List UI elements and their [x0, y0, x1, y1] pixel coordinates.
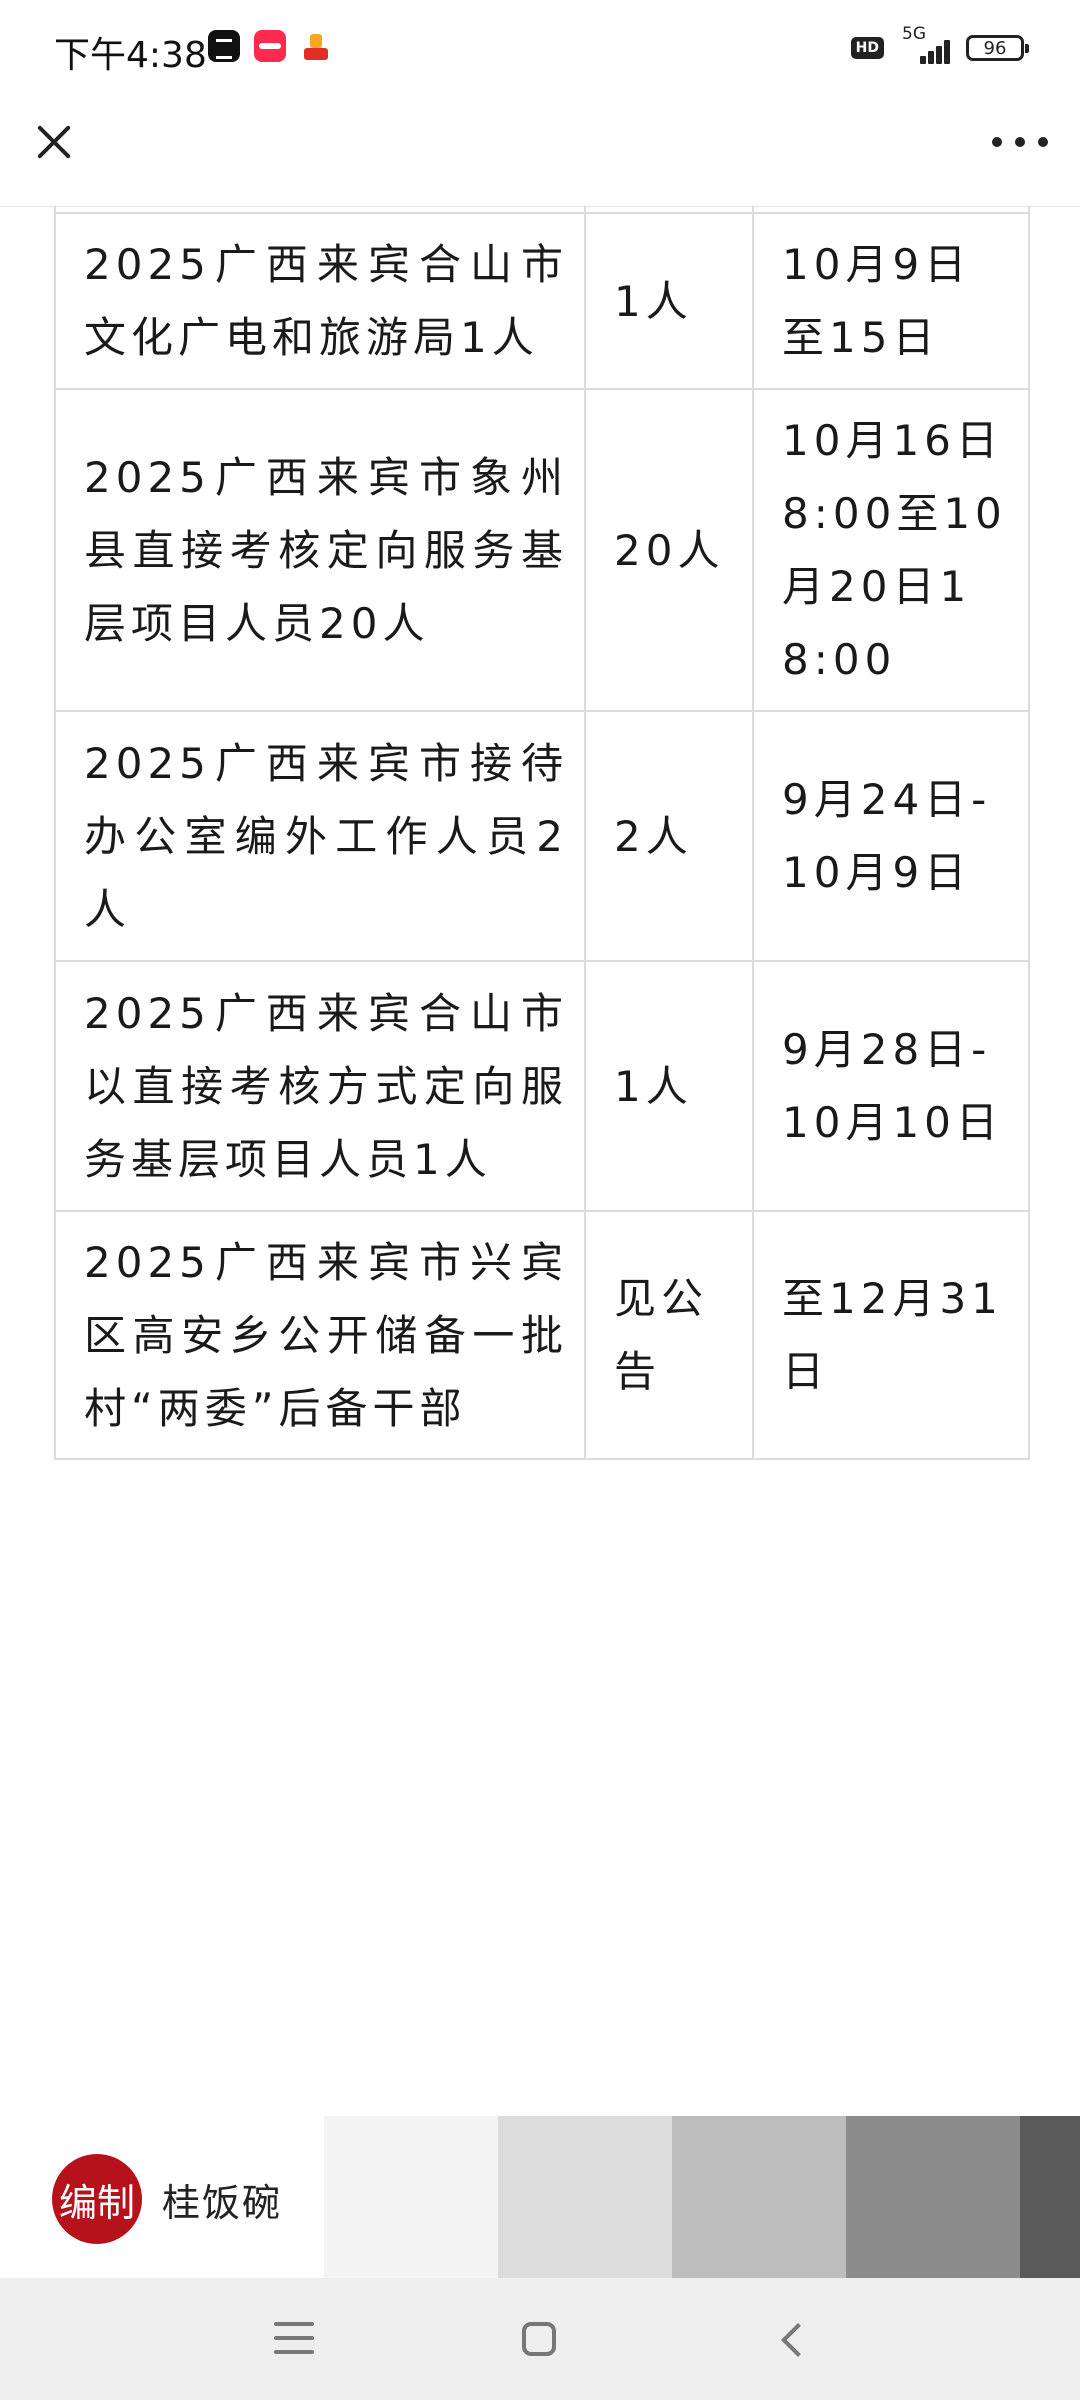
job-title-cell: 2025广西来宾合山市以直接考核方式定向服务基层项目人员1人 — [54, 960, 586, 1212]
color-swatch — [672, 2116, 846, 2278]
headcount-cell: 2人 — [584, 710, 754, 962]
color-swatch — [498, 2116, 672, 2278]
date-cell: 10月9日至15日 — [752, 212, 1030, 390]
headcount-cell: 见公告 — [584, 1210, 754, 1460]
battery-icon: 96 — [966, 35, 1029, 61]
table-row: 2025广西来宾合山市以直接考核方式定向服务基层项目人员1人 1人 9月28日-… — [54, 960, 1030, 1212]
top-nav-bar — [0, 96, 1080, 207]
status-time: 下午4:38 — [54, 35, 207, 76]
color-swatch — [1020, 2116, 1080, 2278]
date-cell: 至12月31日 — [752, 1210, 1030, 1460]
table-row: 2025广西来宾市象州县直接考核定向服务基层项目人员20人 20人 10月16日… — [54, 388, 1030, 712]
close-icon[interactable] — [30, 118, 78, 166]
headcount-cell: 1人 — [584, 212, 754, 390]
home-icon[interactable] — [522, 2322, 556, 2356]
system-nav-bar — [0, 2278, 1080, 2400]
recruitment-table: 2025广西来宾合山市文化广电和旅游局1人 1人 10月9日至15日 2025广… — [54, 206, 1030, 1460]
brand-banner[interactable]: 编制 桂饭碗 — [0, 2116, 1080, 2278]
status-bar: 下午4:38 HD 5G 96 — [0, 0, 1080, 96]
headcount-cell: 20人 — [584, 388, 754, 712]
table-row: 2025广西来宾市兴宾区高安乡公开储备一批村“两委”后备干部 见公告 至12月3… — [54, 1210, 1030, 1460]
brand-name: 桂饭碗 — [162, 2181, 283, 2225]
table-row-partial — [54, 206, 1030, 214]
pinduoduo-icon — [300, 30, 332, 62]
red-app-icon — [254, 30, 286, 62]
back-icon[interactable] — [776, 2322, 808, 2358]
job-title-cell: 2025广西来宾合山市文化广电和旅游局1人 — [54, 212, 586, 390]
date-cell: 9月24日-10月9日 — [752, 710, 1030, 962]
capcut-icon — [208, 30, 240, 62]
signal-icon: 5G — [896, 24, 954, 68]
more-dots-icon[interactable] — [992, 128, 1048, 156]
color-swatch — [324, 2116, 498, 2278]
battery-level: 96 — [983, 37, 1007, 59]
color-swatch — [846, 2116, 1020, 2278]
job-title-cell: 2025广西来宾市兴宾区高安乡公开储备一批村“两委”后备干部 — [54, 1210, 586, 1460]
table-row: 2025广西来宾合山市文化广电和旅游局1人 1人 10月9日至15日 — [54, 212, 1030, 390]
brand-block[interactable]: 编制 桂饭碗 — [0, 2116, 324, 2278]
network-type: 5G — [902, 24, 926, 44]
hd-badge: HD — [850, 37, 884, 59]
date-cell: 10月16日8:00至10月20日18:00 — [752, 388, 1030, 712]
job-title-cell: 2025广西来宾市接待办公室编外工作人员2人 — [54, 710, 586, 962]
brand-logo: 编制 — [52, 2154, 142, 2244]
date-cell: 9月28日-10月10日 — [752, 960, 1030, 1212]
headcount-cell: 1人 — [584, 960, 754, 1212]
menu-icon[interactable] — [274, 2322, 314, 2354]
table-row: 2025广西来宾市接待办公室编外工作人员2人 2人 9月24日-10月9日 — [54, 710, 1030, 962]
job-title-cell: 2025广西来宾市象州县直接考核定向服务基层项目人员20人 — [54, 388, 586, 712]
status-indicators: HD 5G 96 — [850, 24, 1029, 68]
